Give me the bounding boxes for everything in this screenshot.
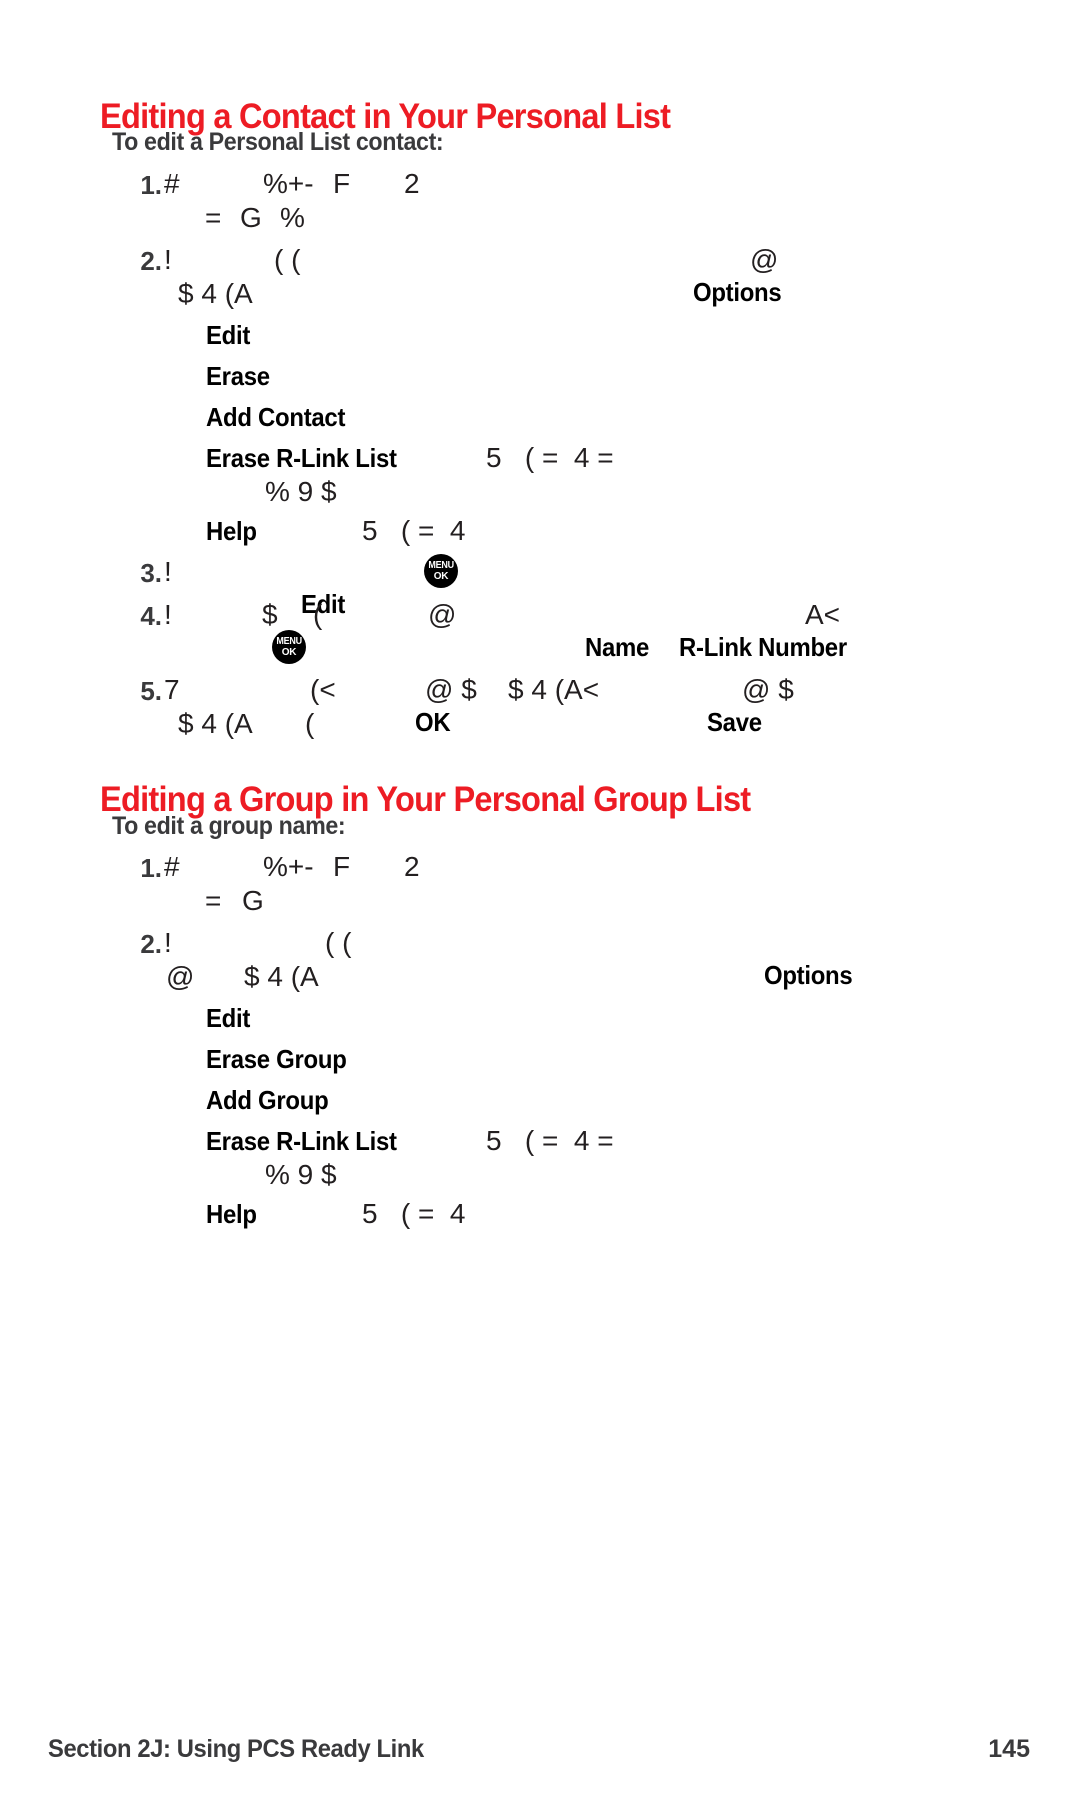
- g-step-2-line2-glyph-a: @: [166, 961, 195, 992]
- r-link-number-label: R-Link Number: [678, 632, 847, 662]
- menu-item-trail-glyphs: 5 ( = 4 =: [486, 1125, 614, 1156]
- step-1-glyph-a: #: [164, 168, 180, 199]
- step-1-glyph-b: %+-: [263, 168, 314, 199]
- step-5-glyph-e: @ $: [742, 674, 794, 705]
- menu-item-label: Edit: [206, 1003, 251, 1033]
- menu-item-label: Erase R-Link List: [206, 1126, 397, 1156]
- step-5-glyph-a: 7: [164, 674, 180, 705]
- menu-item-help[interactable]: Help: [206, 516, 261, 547]
- menu-item-erase-group[interactable]: Erase Group: [206, 1044, 359, 1075]
- options-label: Options: [692, 277, 782, 307]
- step-2-line2-glyph: $ 4 (A: [178, 278, 253, 309]
- menu-ok-icon-line1: MENU: [276, 635, 302, 647]
- step-4-glyph-c: (: [313, 599, 323, 630]
- menu-item-label: Add Group: [206, 1085, 329, 1115]
- step-number: 2.: [140, 246, 162, 276]
- footer-page-number: 145: [988, 1735, 1030, 1763]
- subheading-edit-group-name: To edit a group name:: [112, 812, 346, 840]
- menu-item-edit[interactable]: Edit: [206, 320, 254, 351]
- step-2-glyph-a: !: [164, 244, 172, 275]
- menu-item-label: Erase Group: [206, 1044, 347, 1074]
- g-step-2-glyph-b: ( (: [325, 927, 352, 958]
- menu-item-trail-glyphs-line2: % 9 $: [265, 1159, 337, 1190]
- menu-item-label: Erase: [206, 361, 270, 391]
- menu-item-add-group[interactable]: Add Group: [206, 1085, 339, 1116]
- menu-item-trail-glyphs-line2: % 9 $: [265, 476, 337, 507]
- step-number: 1.: [140, 170, 162, 200]
- step-4-glyph-d: @: [428, 599, 457, 630]
- menu-item-trail-glyphs: 5 ( = 4: [362, 1198, 466, 1229]
- menu-item-edit[interactable]: Edit: [206, 1003, 254, 1034]
- menu-ok-icon-line2: OK: [281, 646, 297, 658]
- footer-section-title: Section 2J: Using PCS Ready Link: [48, 1735, 424, 1763]
- g-step-1-line2-glyph-a: =: [205, 885, 222, 916]
- menu-item-erase-r-link-list[interactable]: Erase R-Link List: [206, 443, 413, 474]
- step-number: 5.: [140, 676, 162, 706]
- menu-item-add-contact[interactable]: Add Contact: [206, 402, 357, 433]
- menu-item-help[interactable]: Help: [206, 1199, 261, 1230]
- step-4-glyph-b: $: [262, 599, 278, 630]
- softkey-label-options: Options: [735, 929, 860, 1022]
- g-step-1-glyph-a: #: [164, 851, 180, 882]
- step-3-glyph-a: !: [164, 556, 172, 587]
- step-2-glyph-c: @: [750, 244, 779, 275]
- step-5-glyph-b: (<: [310, 674, 336, 705]
- menu-item-label: Edit: [206, 320, 251, 350]
- g-step-2-glyph-a: !: [164, 927, 172, 958]
- menu-item-trail-glyphs: 5 ( = 4: [362, 515, 466, 546]
- step-2-glyph-b: ( (: [274, 244, 301, 275]
- manual-page: Editing a Contact in Your Personal List …: [0, 0, 1080, 1800]
- ok-label: OK: [414, 707, 451, 737]
- menu-ok-key-icon: MENU OK: [272, 630, 306, 664]
- step-number: 4.: [140, 601, 162, 631]
- step-1-glyph-c: F: [333, 168, 351, 199]
- step-5-glyph-c: @ $: [425, 674, 477, 705]
- g-step-1-glyph-d: 2: [404, 851, 420, 882]
- step-number: 3.: [140, 558, 162, 588]
- menu-item-label: Help: [206, 1199, 257, 1229]
- name-label: Name: [584, 632, 649, 662]
- menu-ok-icon-line1: MENU: [428, 559, 454, 571]
- step-1-glyph-d: 2: [404, 168, 420, 199]
- step-4-glyph-a: !: [164, 599, 172, 630]
- menu-ok-icon-line2: OK: [433, 570, 449, 582]
- step-1-line2-glyph-a: =: [205, 202, 222, 233]
- step-number: 2.: [140, 929, 162, 959]
- g-step-1-glyph-b: %+-: [263, 851, 314, 882]
- options-label: Options: [763, 960, 853, 990]
- step-5-glyph-d: $ 4 (A<: [508, 674, 600, 705]
- step-1-line2-glyph-b: G: [240, 202, 262, 233]
- subheading-edit-personal-list-contact: To edit a Personal List contact:: [112, 128, 444, 156]
- step-5-line2-glyph-b: (: [305, 708, 315, 739]
- step-4-glyph-e: A<: [805, 599, 841, 630]
- step-1-line2-glyph-c: %: [280, 202, 305, 233]
- menu-item-trail-glyphs: 5 ( = 4 =: [486, 442, 614, 473]
- g-step-1-line2-glyph-b: G: [242, 885, 264, 916]
- g-step-2-line2-glyph-b: $ 4 (A: [244, 961, 319, 992]
- menu-ok-key-icon: MENU OK: [424, 554, 458, 588]
- edit-label: Edit: [300, 589, 345, 619]
- step-number: 1.: [140, 853, 162, 883]
- step-5-line2-glyph-a: $ 4 (A: [178, 708, 253, 739]
- save-label: Save: [706, 707, 762, 737]
- menu-item-label: Erase R-Link List: [206, 443, 397, 473]
- menu-item-label: Add Contact: [206, 402, 346, 432]
- menu-item-erase-r-link-list[interactable]: Erase R-Link List: [206, 1126, 413, 1157]
- menu-item-label: Help: [206, 516, 257, 546]
- g-step-1-glyph-c: F: [333, 851, 351, 882]
- menu-item-erase[interactable]: Erase: [206, 361, 275, 392]
